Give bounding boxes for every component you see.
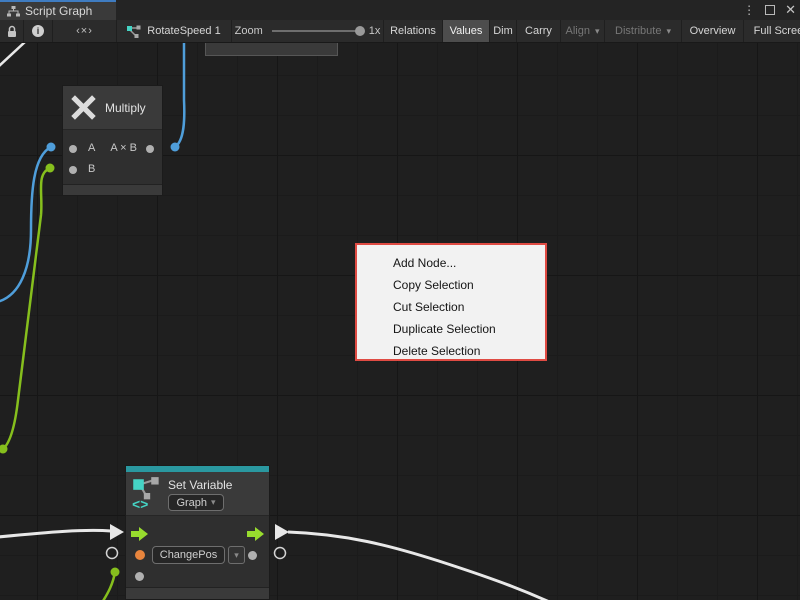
port-output-axb[interactable]: [146, 145, 154, 153]
toolbar-button-distribute[interactable]: Distribute ▾: [605, 20, 682, 42]
zoom-value: 1x: [369, 25, 381, 37]
zoom-slider-thumb[interactable]: [355, 26, 365, 36]
code-icon: ‹×›: [76, 25, 93, 37]
toolbar-button-overview[interactable]: Overview: [682, 20, 744, 42]
multiply-node-title: Multiply: [105, 101, 146, 115]
wire-endpoint-blue-a[interactable]: [47, 143, 56, 152]
code-brackets-glyph: <>: [132, 497, 148, 511]
title-bar: Script Graph ⋮ ✕: [0, 0, 800, 20]
wire-white-control-in: [0, 530, 111, 537]
wire-blue-from-output: [175, 43, 184, 147]
chevron-down-icon: ▾: [234, 550, 239, 561]
toolbar-button-carry[interactable]: Carry: [517, 20, 561, 42]
set-variable-header[interactable]: <> Set Variable Graph ▾: [126, 472, 269, 515]
close-icon[interactable]: ✕: [785, 0, 796, 20]
code-view-button[interactable]: ‹×›: [53, 20, 117, 42]
chevron-down-icon: ▾: [595, 26, 600, 37]
window-menu-icon[interactable]: ⋮: [743, 0, 755, 20]
toolbar-button-full-screen[interactable]: Full Screen: [744, 20, 800, 42]
tab-title: Script Graph: [25, 4, 92, 18]
toolbar-button-align[interactable]: Align ▾: [561, 20, 605, 42]
menu-item-add-node[interactable]: Add Node...: [357, 252, 545, 274]
wire-green-bottom: [103, 572, 115, 600]
port-input-value[interactable]: [135, 572, 144, 581]
port-input-b[interactable]: [69, 166, 77, 174]
lock-icon: [7, 25, 17, 38]
wire-white-control-out: [288, 532, 556, 600]
set-variable-body: ChangePos ▾: [126, 515, 269, 587]
set-variable-footer: [126, 587, 269, 599]
port-label-b: B: [88, 163, 95, 175]
graph-canvas[interactable]: Multiply A A × B B <> Set Variable Graph: [0, 43, 800, 600]
wire-endpoint-green-bottom[interactable]: [111, 568, 120, 577]
chevron-down-icon: ▾: [211, 497, 216, 508]
multiply-x-icon: [70, 94, 97, 121]
lock-button[interactable]: [0, 20, 24, 42]
control-arrow-out[interactable]: [275, 524, 289, 540]
variable-scope-dropdown[interactable]: Graph ▾: [168, 494, 224, 511]
toolbar-button-dim[interactable]: Dim: [490, 20, 517, 42]
menu-item-duplicate-selection[interactable]: Duplicate Selection: [357, 318, 545, 340]
multiply-node-header[interactable]: Multiply: [63, 86, 162, 129]
wire-green-from-input-b: [3, 168, 50, 449]
toolbar-button-relations[interactable]: Relations: [384, 20, 443, 42]
graph-reference-breadcrumb[interactable]: RotateSpeed 1: [117, 20, 232, 42]
info-button[interactable]: i: [24, 20, 53, 42]
set-variable-icon: <>: [131, 475, 163, 511]
zoom-slider[interactable]: [272, 30, 360, 32]
wire-white-topleft: [0, 43, 26, 67]
port-variable-name[interactable]: [135, 550, 145, 560]
window-controls: ⋮ ✕: [743, 0, 796, 20]
chevron-down-icon: ▾: [666, 26, 671, 37]
tab-script-graph[interactable]: Script Graph: [0, 0, 116, 20]
control-arrow-in[interactable]: [110, 524, 124, 540]
script-graph-icon: [127, 25, 141, 38]
value-socket-right[interactable]: [275, 548, 286, 559]
menu-item-delete-selection[interactable]: Delete Selection: [357, 340, 545, 362]
port-label-axb: A × B: [110, 142, 137, 154]
variable-name-dropdown-button[interactable]: ▾: [228, 546, 245, 564]
node-multiply[interactable]: Multiply A A × B B: [62, 85, 163, 196]
wire-endpoint-green-b[interactable]: [46, 164, 55, 173]
value-socket-left[interactable]: [107, 548, 118, 559]
wire-endpoint-blue-out[interactable]: [171, 143, 180, 152]
control-input-arrow-icon[interactable]: [131, 527, 148, 541]
graph-reference-label: RotateSpeed 1: [147, 25, 220, 37]
graph-hierarchy-icon: [7, 6, 20, 17]
port-output-value[interactable]: [248, 551, 257, 560]
maximize-icon[interactable]: [765, 5, 775, 15]
menu-item-copy-selection[interactable]: Copy Selection: [357, 274, 545, 296]
obscured-node-partial[interactable]: [205, 43, 338, 56]
variable-name-field[interactable]: ChangePos: [152, 546, 225, 564]
info-icon: i: [32, 25, 44, 37]
menu-item-cut-selection[interactable]: Cut Selection: [357, 296, 545, 318]
node-set-variable[interactable]: <> Set Variable Graph ▾ ChangePos ▾: [125, 465, 270, 600]
context-menu: Add Node... Copy Selection Cut Selection…: [355, 243, 547, 361]
graph-toolbar: i ‹×› RotateSpeed 1 Zoom 1x Relations Va…: [0, 20, 800, 43]
wire-blue-to-input-a: [0, 147, 51, 302]
port-input-a[interactable]: [69, 145, 77, 153]
zoom-label: Zoom: [235, 25, 263, 37]
port-label-a: A: [88, 142, 95, 154]
toolbar-button-values[interactable]: Values: [443, 20, 490, 42]
zoom-control: Zoom 1x: [232, 20, 384, 42]
control-output-arrow-icon[interactable]: [247, 527, 264, 541]
multiply-node-body: A A × B B: [63, 129, 162, 184]
set-variable-title: Set Variable: [168, 478, 232, 492]
multiply-node-footer: [63, 184, 162, 195]
